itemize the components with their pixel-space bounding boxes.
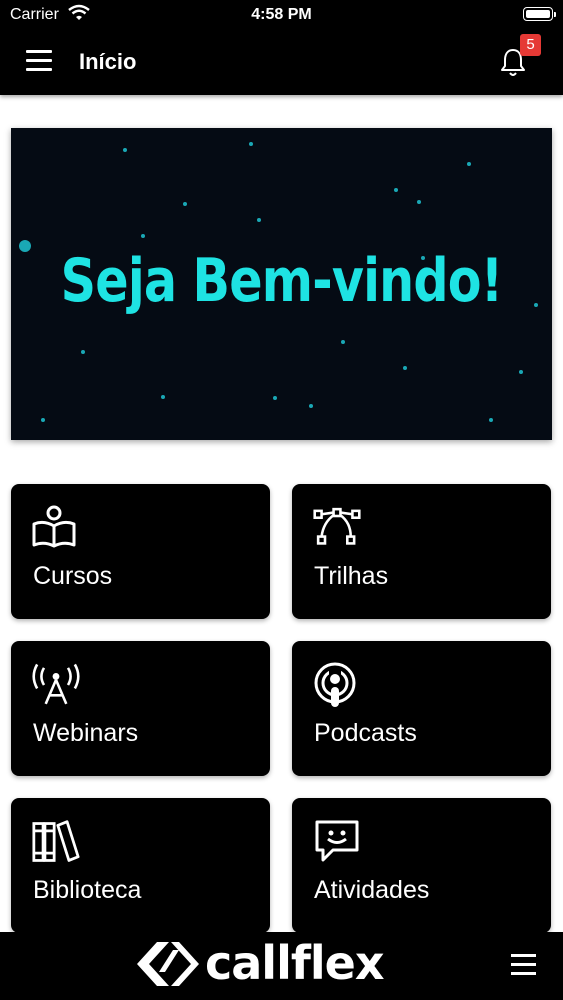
welcome-banner[interactable]: Seja Bem-vindo! — [11, 128, 552, 440]
app-bar: Início 5 — [0, 30, 563, 95]
page-title: Início — [79, 49, 137, 74]
chat-smile-icon — [315, 820, 359, 862]
tile-podcasts[interactable]: Podcasts — [292, 641, 551, 776]
tile-label: Atividades — [314, 876, 430, 904]
podcast-icon — [314, 662, 356, 707]
tile-biblioteca[interactable]: Biblioteca — [11, 798, 270, 933]
clock: 4:58 PM — [251, 6, 312, 23]
bottom-bar: callflex — [0, 932, 563, 1000]
tile-cursos[interactable]: Cursos — [11, 484, 270, 619]
tile-label: Cursos — [33, 562, 113, 590]
tile-webinars[interactable]: Webinars — [11, 641, 270, 776]
book-reader-icon — [32, 505, 76, 548]
notification-badge: 5 — [520, 34, 541, 56]
tile-label: Biblioteca — [33, 876, 142, 904]
bottom-menu-icon[interactable] — [511, 954, 536, 975]
status-bar: Carrier 4:58 PM — [0, 0, 563, 30]
menu-icon[interactable] — [26, 50, 52, 72]
callflex-logo-icon — [137, 942, 199, 986]
tile-label: Webinars — [33, 719, 139, 747]
tile-label: Podcasts — [314, 719, 417, 747]
broadcast-tower-icon — [32, 663, 80, 705]
library-books-icon — [32, 820, 80, 862]
welcome-text: Seja Bem-vindo! — [60, 246, 503, 316]
tile-atividades[interactable]: Atividades — [292, 798, 551, 933]
battery-icon — [523, 7, 556, 21]
tile-trilhas[interactable]: Trilhas — [292, 484, 551, 619]
tile-label: Trilhas — [314, 562, 389, 590]
brand-name: callflex — [205, 936, 384, 990]
vector-path-icon — [313, 507, 361, 545]
